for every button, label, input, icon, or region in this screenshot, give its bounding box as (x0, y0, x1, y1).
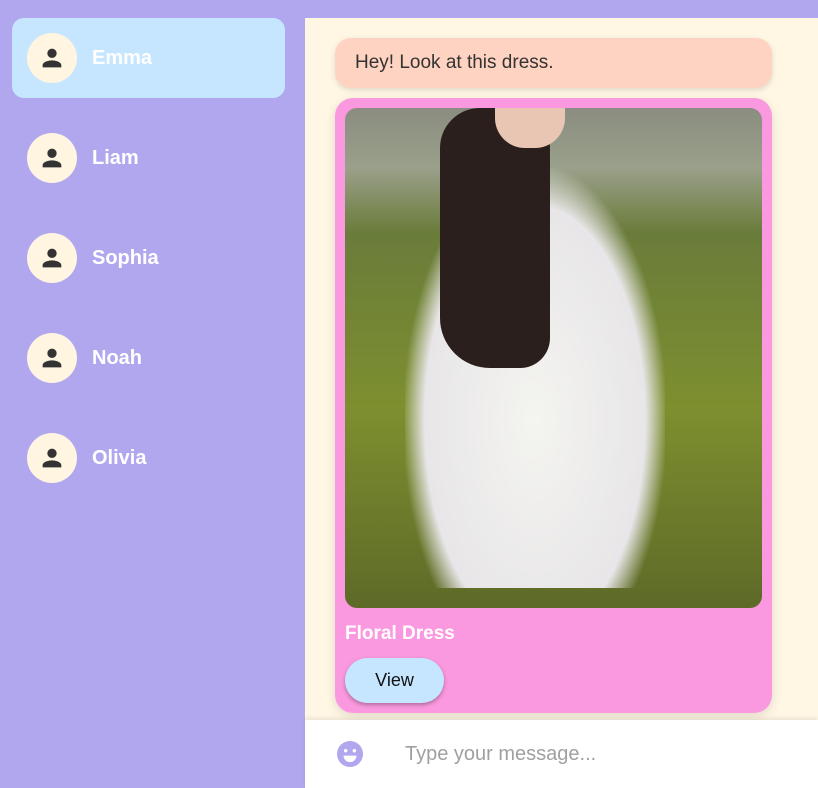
person-icon (27, 333, 77, 383)
person-icon (27, 33, 77, 83)
product-image (345, 108, 762, 608)
contact-name: Noah (92, 346, 142, 369)
contact-name: Olivia (92, 446, 147, 469)
contact-sidebar: Emma Liam Sophia Noah Olivia (0, 0, 305, 788)
emoji-icon[interactable] (337, 741, 363, 767)
message-bubble: Hey! Look at this dress. (335, 38, 772, 88)
chat-area: Hey! Look at this dress. Floral Dress Vi… (305, 18, 818, 720)
view-button[interactable]: View (345, 658, 444, 703)
product-card: Floral Dress View (335, 98, 772, 713)
product-title: Floral Dress (345, 623, 455, 644)
contact-noah[interactable]: Noah (12, 318, 285, 398)
message-input-bar (305, 720, 818, 788)
contact-name: Sophia (92, 246, 159, 269)
contact-olivia[interactable]: Olivia (12, 418, 285, 498)
contact-emma[interactable]: Emma (12, 18, 285, 98)
contact-sophia[interactable]: Sophia (12, 218, 285, 298)
person-icon (27, 433, 77, 483)
contact-name: Emma (92, 46, 153, 69)
message-input[interactable] (405, 742, 805, 766)
contact-liam[interactable]: Liam (12, 118, 285, 198)
contact-name: Liam (92, 146, 139, 169)
person-icon (27, 133, 77, 183)
person-icon (27, 233, 77, 283)
